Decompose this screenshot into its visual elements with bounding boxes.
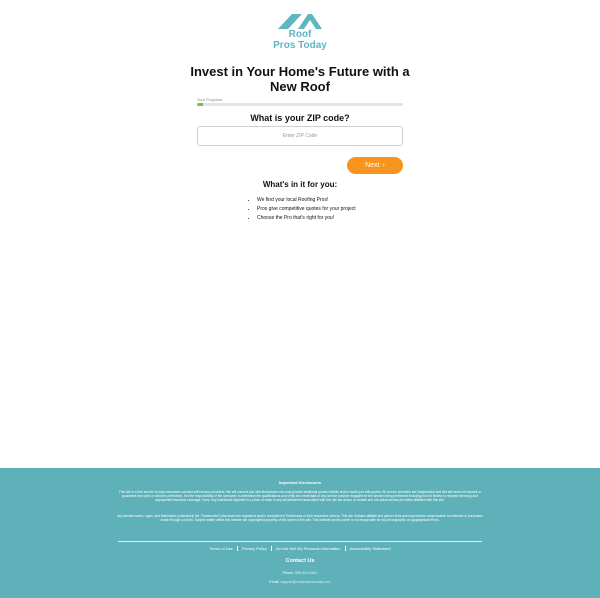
chevron-right-icon: › [382,162,385,169]
do-not-sell-link[interactable]: Do Not Sell My Personal Information [276,546,341,551]
privacy-policy-link[interactable]: Privacy Policy [242,546,267,551]
roof-icon [278,14,322,29]
progress-bar-fill [197,103,204,106]
list-item: We find your local Roofing Pros! [257,196,356,205]
zip-question: What is your ZIP code? [250,113,350,123]
next-button-label: Next [365,162,380,169]
contact-title: Contact Us [285,558,315,564]
list-item: Choose the Pro that's right for you! [257,214,356,223]
next-button[interactable]: Next › [347,157,403,174]
brand-name-line2: Pros Today [273,40,327,51]
disclosures-title: Important Disclosures [278,480,322,485]
benefits-title: What's in it for you: [262,180,338,189]
zip-code-input[interactable] [197,126,403,146]
phone-link[interactable]: 855-553-6461 [295,571,317,575]
footer-links: Terms of Use Privacy Policy Do Not Sell … [0,546,600,551]
benefits-list: We find your local Roofing Pros! Pros gi… [251,196,356,223]
email-label: Email: [269,580,280,584]
progress-label: Your Progress [197,97,223,102]
contact-email: Email: support@roofproprostoday.com [0,580,600,584]
link-separator [270,546,272,551]
disclosure-paragraph: This site is a free service to help cons… [118,490,482,503]
brand-logo[interactable]: Roof Pros Today [266,12,334,54]
disclosure-paragraph: Any service marks, logos, and trademarks… [117,514,483,523]
phone-label: Phone: [282,571,294,575]
brand-name-line1: Roof [288,29,312,40]
email-link[interactable]: support@roofproprostoday.com [280,580,330,584]
progress-bar [197,103,403,106]
accessibility-statement-link[interactable]: Accessibility Statement [350,546,391,551]
footer-divider [118,541,482,542]
contact-phone: Phone: 855-553-6461 [0,571,600,575]
footer: Important Disclosures This site is a fre… [0,468,600,598]
page-headline: Invest in Your Home's Future with a New … [190,64,410,94]
link-separator [236,546,238,551]
list-item: Pros give competitive quotes for your pr… [257,205,356,214]
terms-of-use-link[interactable]: Terms of Use [209,546,233,551]
link-separator [344,546,346,551]
